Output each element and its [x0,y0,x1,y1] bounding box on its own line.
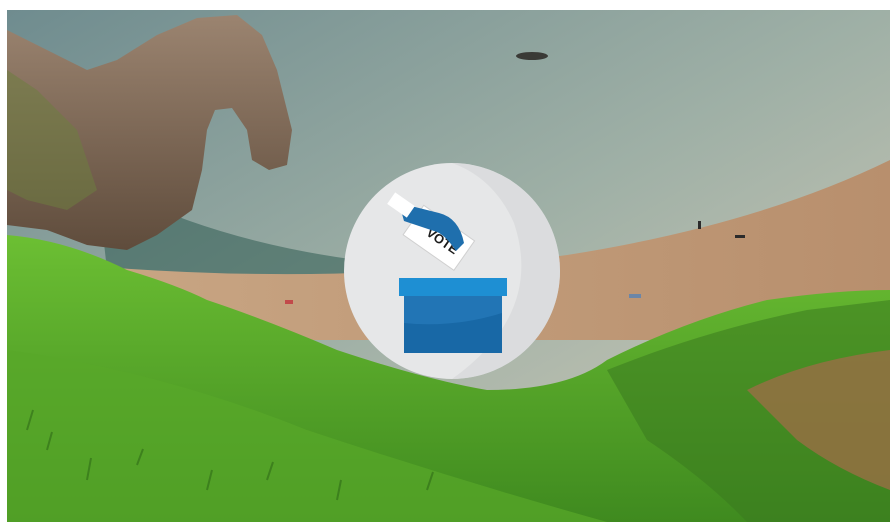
beach-towel [629,294,641,298]
ballot-box-icon: VOTE [344,163,560,379]
beach-person [698,221,701,229]
beach-towel [285,300,293,304]
ballot-box-lid [399,278,507,296]
beach-person [735,235,745,238]
distant-rock [516,52,548,60]
vote-badge: VOTE [344,163,560,379]
